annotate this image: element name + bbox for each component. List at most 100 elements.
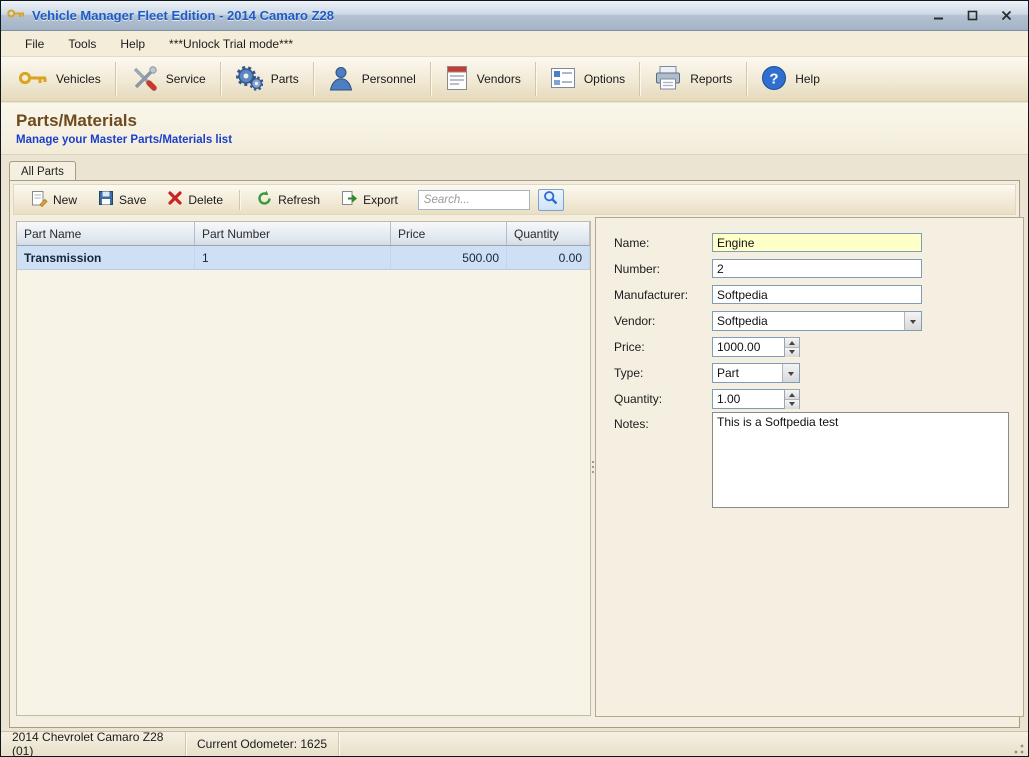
page-title: Parts/Materials	[16, 111, 137, 130]
main-toolbar: Vehicles Service Parts Personnel Vendors…	[1, 57, 1028, 102]
chevron-down-icon	[782, 364, 799, 382]
new-button[interactable]: New	[22, 187, 86, 213]
refresh-button-label: Refresh	[278, 192, 321, 207]
type-label: Type:	[614, 366, 644, 380]
gears-icon	[235, 65, 264, 94]
menu-tools[interactable]: Tools	[56, 32, 108, 56]
type-dropdown[interactable]: Part	[712, 363, 800, 383]
nav-personnel-button[interactable]: Personnel	[315, 57, 429, 101]
status-odometer: Current Odometer: 1625	[186, 732, 340, 756]
save-button-label: Save	[119, 192, 147, 207]
status-odometer-text: Current Odometer: 1625	[197, 737, 328, 751]
number-label: Number:	[614, 262, 661, 276]
status-bar: 2014 Chevrolet Camaro Z28 (01) Current O…	[1, 730, 1028, 756]
cell-quantity: 0.00	[507, 246, 590, 269]
table-header-row: Part Name Part Number Price Quantity	[17, 222, 590, 246]
table-row[interactable]: Transmission 1 500.00 0.00	[17, 246, 590, 270]
nav-parts-label: Parts	[270, 72, 299, 86]
help-icon: ?	[761, 65, 787, 94]
resize-grip[interactable]	[1010, 740, 1026, 756]
new-document-icon	[31, 190, 48, 210]
person-icon	[328, 65, 354, 94]
nav-options-label: Options	[583, 72, 626, 86]
price-stepper	[712, 337, 800, 357]
toolbar-separator	[429, 62, 431, 96]
notes-field[interactable]: This is a Softpedia test	[712, 412, 1009, 508]
column-header-price[interactable]: Price	[391, 222, 507, 245]
price-label: Price:	[614, 340, 645, 354]
toolbar-separator	[219, 62, 221, 96]
vendor-label: Vendor:	[614, 314, 656, 328]
menu-bar: File Tools Help ***Unlock Trial mode***	[1, 31, 1028, 57]
options-panel-icon	[550, 66, 576, 93]
nav-vehicles-label: Vehicles	[56, 72, 101, 86]
number-field[interactable]	[712, 259, 922, 278]
app-key-icon	[7, 7, 25, 25]
cell-part-number: 1	[195, 246, 391, 269]
quantity-stepper	[712, 389, 800, 409]
price-down-icon[interactable]	[785, 347, 799, 357]
nav-parts-button[interactable]: Parts	[222, 57, 312, 101]
tab-strip: All Parts	[9, 158, 1020, 181]
search-input[interactable]	[417, 189, 530, 210]
nav-help-button[interactable]: ? Help	[748, 57, 833, 101]
page-subtitle: Manage your Master Parts/Materials list	[16, 134, 233, 146]
nav-reports-label: Reports	[690, 72, 733, 86]
toolbar-separator	[639, 62, 641, 96]
notes-label: Notes:	[614, 417, 649, 431]
export-button[interactable]: Export	[332, 187, 407, 213]
type-dropdown-value: Part	[717, 366, 740, 380]
nav-reports-button[interactable]: Reports	[641, 57, 745, 101]
page-header: Parts/Materials Manage your Master Parts…	[1, 103, 1028, 155]
nav-vendors-label: Vendors	[476, 72, 521, 86]
toolbar-separator	[534, 62, 536, 96]
delete-button-label: Delete	[188, 192, 224, 207]
manufacturer-label: Manufacturer:	[614, 288, 689, 302]
column-header-part-number[interactable]: Part Number	[195, 222, 391, 245]
save-button[interactable]: Save	[89, 187, 155, 212]
nav-vehicles-button[interactable]: Vehicles	[5, 57, 114, 101]
toolbar-separator	[312, 62, 314, 96]
column-header-quantity[interactable]: Quantity	[507, 222, 590, 245]
tab-all-parts[interactable]: All Parts	[9, 161, 76, 181]
minimize-icon[interactable]	[926, 7, 950, 25]
price-up-icon[interactable]	[785, 338, 799, 347]
cell-price: 500.00	[391, 246, 507, 269]
quantity-field[interactable]	[712, 389, 784, 409]
manufacturer-field[interactable]	[712, 285, 922, 304]
close-icon[interactable]	[994, 7, 1018, 25]
export-icon	[341, 190, 358, 210]
quantity-down-icon[interactable]	[785, 399, 799, 409]
vendor-dropdown[interactable]: Softpedia	[712, 311, 922, 331]
status-vehicle: 2014 Chevrolet Camaro Z28 (01)	[1, 730, 186, 756]
search-button[interactable]	[537, 188, 564, 211]
nav-personnel-label: Personnel	[361, 72, 416, 86]
menu-file[interactable]: File	[13, 32, 56, 56]
tools-icon	[130, 65, 158, 94]
window-title: Vehicle Manager Fleet Edition - 2014 Cam…	[32, 8, 334, 23]
vendor-dropdown-value: Softpedia	[717, 314, 768, 328]
nav-vendors-button[interactable]: Vendors	[432, 57, 534, 101]
maximize-icon[interactable]	[960, 7, 984, 25]
export-button-label: Export	[363, 192, 398, 207]
delete-x-icon	[167, 190, 183, 209]
magnifier-icon	[543, 190, 558, 210]
toolbar-separator	[114, 62, 116, 96]
parts-table: Part Name Part Number Price Quantity Tra…	[16, 221, 591, 716]
refresh-button[interactable]: Refresh	[247, 187, 329, 213]
nav-options-button[interactable]: Options	[537, 57, 638, 101]
menu-unlock-trial[interactable]: ***Unlock Trial mode***	[157, 32, 305, 56]
nav-service-label: Service	[165, 72, 206, 86]
new-button-label: New	[53, 192, 78, 207]
delete-button[interactable]: Delete	[158, 187, 232, 212]
toolbar-separator	[239, 189, 241, 210]
column-header-part-name[interactable]: Part Name	[17, 222, 195, 245]
name-field[interactable]	[712, 233, 922, 252]
nav-service-button[interactable]: Service	[117, 57, 219, 101]
name-label: Name:	[614, 236, 650, 250]
menu-help[interactable]: Help	[108, 32, 157, 56]
svg-text:?: ?	[770, 70, 779, 87]
quantity-up-icon[interactable]	[785, 390, 799, 399]
nav-help-label: Help	[795, 72, 820, 86]
price-field[interactable]	[712, 337, 784, 357]
